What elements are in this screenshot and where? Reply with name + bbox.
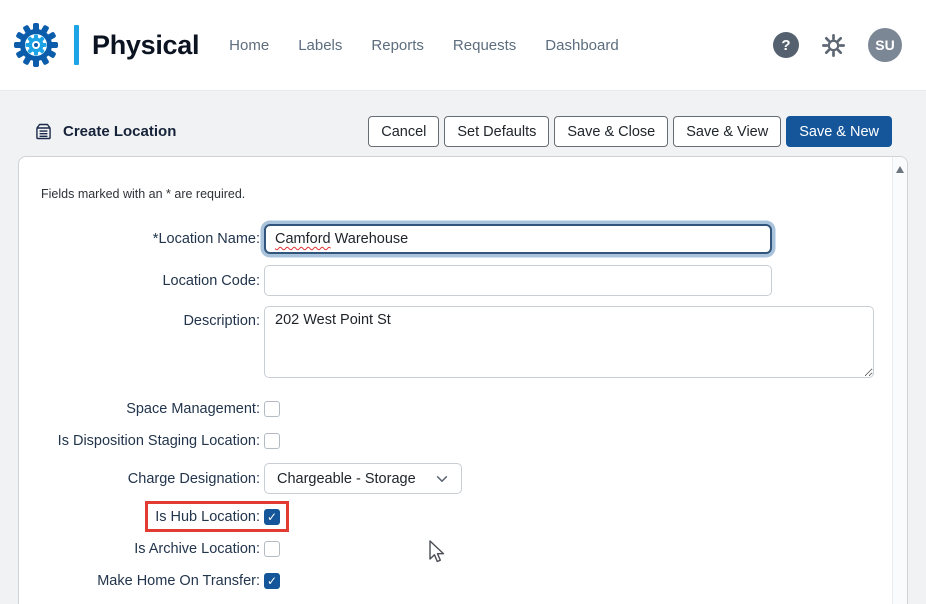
user-avatar[interactable]: SU	[868, 28, 902, 62]
location-name-input[interactable]: Camford Warehouse	[264, 224, 772, 254]
nav-item-dashboard[interactable]: Dashboard	[545, 37, 618, 54]
space-management-row: Space Management:	[41, 399, 867, 419]
space-management-label: Space Management:	[41, 401, 262, 417]
location-name-label: *Location Name:	[41, 231, 262, 247]
brand-divider	[74, 25, 79, 65]
is-hub-location-row: Is Hub Location:	[41, 507, 867, 527]
save-and-close-button[interactable]: Save & Close	[554, 116, 668, 147]
brand: Physical	[12, 21, 199, 69]
is-archive-location-row: Is Archive Location:	[41, 539, 867, 559]
form-content: Fields marked with an * are required. *L…	[19, 157, 907, 591]
set-defaults-button[interactable]: Set Defaults	[444, 116, 549, 147]
nav-item-home[interactable]: Home	[229, 37, 269, 54]
charge-designation-label: Charge Designation:	[41, 471, 262, 487]
cancel-button[interactable]: Cancel	[368, 116, 439, 147]
top-navbar: Physical Home Labels Reports Requests Da…	[0, 0, 926, 90]
description-label: Description:	[41, 306, 262, 329]
navbar-right-controls: ? SU	[773, 28, 902, 62]
warehouse-icon	[33, 121, 54, 142]
description-textarea[interactable]: 202 West Point St	[264, 306, 874, 378]
help-icon[interactable]: ?	[773, 32, 799, 58]
scrollbar-up-arrow[interactable]	[896, 166, 904, 173]
page-title: Create Location	[63, 123, 176, 140]
location-name-value-rest: Warehouse	[331, 231, 409, 247]
nav-item-requests[interactable]: Requests	[453, 37, 516, 54]
page-header: Create Location Cancel Set Defaults Save…	[0, 91, 926, 147]
location-name-row: *Location Name: Camford Warehouse	[41, 224, 867, 254]
location-code-input[interactable]	[264, 265, 772, 296]
charge-designation-select[interactable]: Chargeable - Storage	[264, 463, 462, 494]
make-home-on-transfer-checkbox[interactable]	[264, 573, 280, 589]
app-logo-gear-icon	[12, 21, 60, 69]
help-icon-glyph: ?	[781, 37, 790, 54]
charge-designation-value: Chargeable - Storage	[277, 471, 416, 487]
save-and-view-button[interactable]: Save & View	[673, 116, 781, 147]
disposition-staging-checkbox[interactable]	[264, 433, 280, 449]
app-title: Physical	[92, 30, 199, 61]
avatar-initials: SU	[875, 37, 894, 53]
page-background: Create Location Cancel Set Defaults Save…	[0, 90, 926, 604]
disposition-staging-label: Is Disposition Staging Location:	[41, 433, 262, 449]
create-location-form-panel: Fields marked with an * are required. *L…	[18, 156, 908, 604]
chevron-down-icon	[435, 472, 449, 486]
form-vertical-scrollbar[interactable]	[892, 157, 907, 604]
make-home-on-transfer-label: Make Home On Transfer:	[41, 573, 262, 589]
main-nav: Home Labels Reports Requests Dashboard	[229, 37, 619, 54]
location-code-label: Location Code:	[41, 273, 262, 289]
is-hub-location-checkbox[interactable]	[264, 509, 280, 525]
make-home-on-transfer-row: Make Home On Transfer:	[41, 571, 867, 591]
space-management-checkbox[interactable]	[264, 401, 280, 417]
disposition-staging-row: Is Disposition Staging Location:	[41, 431, 867, 451]
nav-item-reports[interactable]: Reports	[371, 37, 424, 54]
save-and-new-button[interactable]: Save & New	[786, 116, 892, 147]
location-code-row: Location Code:	[41, 265, 867, 296]
is-archive-location-label: Is Archive Location:	[41, 541, 262, 557]
settings-gear-icon[interactable]	[820, 32, 847, 59]
required-fields-note: Fields marked with an * are required.	[41, 187, 867, 201]
location-name-value-misspelled: Camford	[275, 231, 331, 247]
is-archive-location-checkbox[interactable]	[264, 541, 280, 557]
is-hub-location-label: Is Hub Location:	[41, 509, 262, 525]
nav-item-labels[interactable]: Labels	[298, 37, 342, 54]
page-title-wrap: Create Location	[33, 121, 176, 142]
action-button-group: Cancel Set Defaults Save & Close Save & …	[368, 116, 892, 147]
description-row: Description: 202 West Point St	[41, 306, 867, 378]
charge-designation-row: Charge Designation: Chargeable - Storage	[41, 463, 867, 494]
